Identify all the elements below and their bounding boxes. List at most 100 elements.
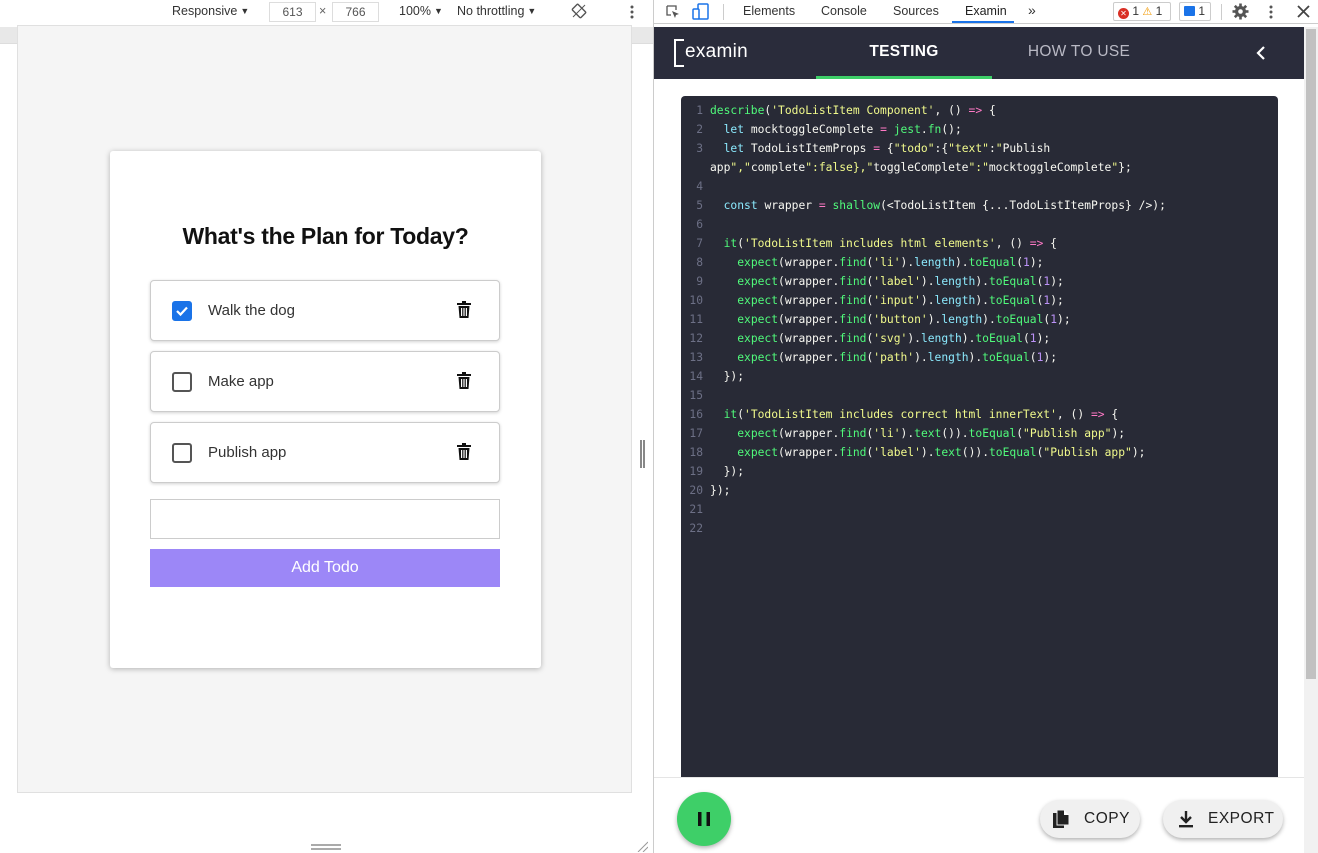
zoom-label: 100% xyxy=(399,4,431,18)
caret-down-icon: ▼ xyxy=(240,6,250,16)
code-line: 5 const wrapper = shallow(<TodoListItem … xyxy=(681,196,1278,215)
code-line: 9 expect(wrapper.find('label').length).t… xyxy=(681,272,1278,291)
resize-corner-icon[interactable] xyxy=(636,840,648,852)
code-text: expect(wrapper.find('svg').length).toEqu… xyxy=(737,332,1051,345)
viewport-height-resize-handle[interactable] xyxy=(311,844,341,850)
code-line: 11 expect(wrapper.find('button').length)… xyxy=(681,310,1278,329)
new-todo-input[interactable] xyxy=(150,499,500,539)
code-line: 12 expect(wrapper.find('svg').length).to… xyxy=(681,329,1278,348)
code-line: app","complete":false},"toggleComplete":… xyxy=(681,158,1278,177)
scrollbar-thumb[interactable] xyxy=(1306,29,1316,679)
examin-header: examin TESTING HOW TO USE xyxy=(654,27,1304,79)
trash-icon[interactable] xyxy=(457,372,471,389)
caret-down-icon: ▼ xyxy=(527,6,537,16)
tab-sources[interactable]: Sources xyxy=(893,4,939,18)
tab-examin[interactable]: Examin xyxy=(965,4,1007,18)
todo-label: Make app xyxy=(208,373,274,390)
tab-elements[interactable]: Elements xyxy=(743,4,795,18)
code-text: expect(wrapper.find('label').text()).toE… xyxy=(737,446,1146,459)
code-text: const wrapper = shallow(<TodoListItem {.… xyxy=(723,199,1166,212)
viewport-width-input[interactable]: 613 xyxy=(269,2,316,22)
devtools-pane: Elements Console Sources Examin » ✕ 1 ⚠ … xyxy=(654,0,1318,853)
error-icon: ✕ xyxy=(1118,8,1129,19)
line-number: 19 xyxy=(689,465,703,478)
trash-icon[interactable] xyxy=(457,301,471,318)
line-number: 11 xyxy=(689,313,703,326)
line-number: 3 xyxy=(696,142,703,155)
code-text: it('TodoListItem includes correct html i… xyxy=(723,408,1119,421)
code-line: 4 xyxy=(681,177,1278,196)
code-line: 16 it('TodoListItem includes correct htm… xyxy=(681,405,1278,424)
code-text: let TodoListItemProps = {"todo":{"text":… xyxy=(723,142,1051,155)
code-line: 20}); xyxy=(681,481,1278,500)
todo-label: Publish app xyxy=(208,444,287,461)
line-number: 14 xyxy=(689,370,703,383)
generated-test-code: 1 describe('TodoListItem Component', () =… xyxy=(681,96,1278,779)
copy-icon xyxy=(1053,809,1070,828)
pause-button[interactable] xyxy=(677,792,731,846)
tab-testing[interactable]: TESTING xyxy=(816,27,992,79)
code-text: describe('TodoListItem Component', () =>… xyxy=(710,104,996,117)
more-tabs-icon[interactable]: » xyxy=(1028,2,1036,18)
device-toggle-icon[interactable] xyxy=(692,3,710,21)
code-text: expect(wrapper.find('label').length).toE… xyxy=(737,275,1064,288)
code-text: it('TodoListItem includes html elements'… xyxy=(723,237,1057,250)
pause-icon xyxy=(698,812,710,826)
todo-title: What's the Plan for Today? xyxy=(182,223,469,249)
todo-card: What's the Plan for Today? Walk the dog … xyxy=(110,151,541,668)
emulated-viewport: What's the Plan for Today? Walk the dog … xyxy=(17,25,632,793)
rotate-icon[interactable] xyxy=(571,3,587,19)
messages-badge[interactable]: 1 xyxy=(1179,2,1211,21)
todo-checkbox[interactable] xyxy=(172,443,192,463)
code-line: 14 }); xyxy=(681,367,1278,386)
copy-button[interactable]: COPY xyxy=(1040,800,1140,838)
chevron-left-icon[interactable] xyxy=(1252,43,1270,63)
copy-label: COPY xyxy=(1084,810,1130,827)
code-text: }); xyxy=(723,370,745,383)
settings-gear-icon[interactable] xyxy=(1232,3,1249,20)
code-line: 7 it('TodoListItem includes html element… xyxy=(681,234,1278,253)
line-number: 2 xyxy=(696,123,703,136)
warning-icon: ⚠ xyxy=(1142,6,1153,18)
line-number: 15 xyxy=(689,389,703,402)
code-line: 3 let TodoListItemProps = {"todo":{"text… xyxy=(681,139,1278,158)
line-number: 12 xyxy=(689,332,703,345)
trash-icon[interactable] xyxy=(457,443,471,460)
todo-item: Make app xyxy=(150,351,500,412)
download-icon xyxy=(1179,811,1193,828)
code-text: expect(wrapper.find('button').length).to… xyxy=(737,313,1071,326)
code-line: 1 describe('TodoListItem Component', () =… xyxy=(681,101,1278,120)
throttling-select[interactable]: No throttling ▼ xyxy=(457,4,536,18)
vertical-scrollbar[interactable] xyxy=(1304,27,1318,853)
todo-checkbox[interactable] xyxy=(172,372,192,392)
inspect-element-icon[interactable] xyxy=(665,4,681,20)
tab-console[interactable]: Console xyxy=(821,4,867,18)
viewport-width-resize-handle[interactable] xyxy=(640,440,645,468)
todo-item: Publish app xyxy=(150,422,500,483)
line-number: 22 xyxy=(689,522,703,535)
more-options-icon[interactable] xyxy=(629,4,635,20)
code-text: expect(wrapper.find('li').length).toEqua… xyxy=(737,256,1044,269)
todo-checkbox[interactable] xyxy=(172,301,192,321)
line-number: 16 xyxy=(689,408,703,421)
zoom-select[interactable]: 100% ▼ xyxy=(399,4,443,18)
issues-badge[interactable]: ✕ 1 ⚠ 1 xyxy=(1113,2,1171,21)
close-devtools-icon[interactable] xyxy=(1297,5,1310,18)
line-number: 6 xyxy=(696,218,703,231)
device-mode-select[interactable]: Responsive ▼ xyxy=(172,4,249,18)
code-line: 21 xyxy=(681,500,1278,519)
checkmark-icon xyxy=(176,306,188,317)
code-line: 19 }); xyxy=(681,462,1278,481)
export-button[interactable]: EXPORT xyxy=(1163,800,1283,838)
tab-how-to-use[interactable]: HOW TO USE xyxy=(991,27,1167,79)
device-emulation-pane: Responsive ▼ 613 × 766 100% ▼ No throttlin… xyxy=(0,0,654,853)
add-todo-button[interactable]: Add Todo xyxy=(150,549,500,587)
code-line: 17 expect(wrapper.find('li').text()).toE… xyxy=(681,424,1278,443)
line-number: 21 xyxy=(689,503,703,516)
code-text: let mocktoggleComplete = jest.fn(); xyxy=(723,123,962,136)
line-number: 1 xyxy=(696,104,703,117)
code-line: 10 expect(wrapper.find('input').length).… xyxy=(681,291,1278,310)
code-line: 22 xyxy=(681,519,1278,538)
devtools-menu-icon[interactable] xyxy=(1268,4,1274,20)
viewport-height-input[interactable]: 766 xyxy=(332,2,379,22)
